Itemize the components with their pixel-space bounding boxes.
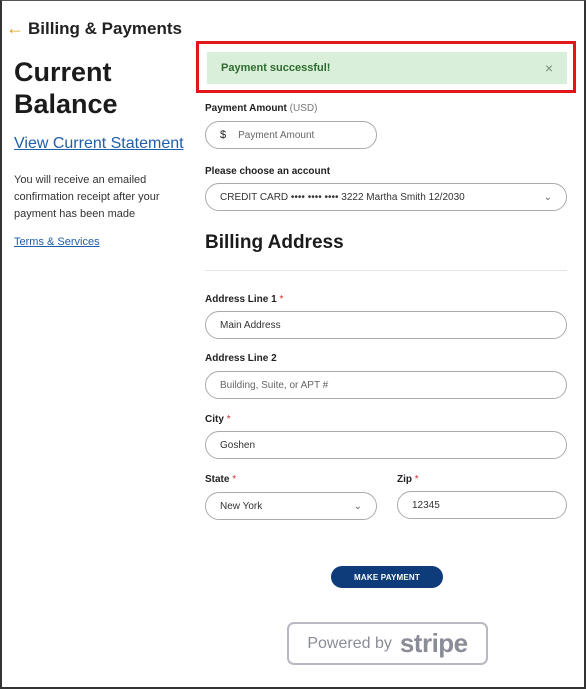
account-label: Please choose an account <box>205 166 331 177</box>
city-label: City * <box>205 414 231 425</box>
amount-label: Payment Amount (USD) <box>205 103 318 114</box>
powered-by-stripe-badge: Powered by stripe <box>287 622 488 665</box>
zip-value: 12345 <box>412 499 440 511</box>
terms-link[interactable]: Terms & Services <box>14 236 100 248</box>
back-link[interactable]: ← Billing & Payments <box>6 18 182 39</box>
powered-by-text: Powered by <box>307 634 392 652</box>
zip-input[interactable]: 12345 <box>397 491 567 519</box>
make-payment-button[interactable]: MAKE PAYMENT <box>331 566 443 588</box>
page-title: Current Balance <box>14 57 118 119</box>
address2-label: Address Line 2 <box>205 353 277 364</box>
address2-placeholder: Building, Suite, or APT # <box>220 379 329 391</box>
billing-heading: Billing Address <box>205 232 344 253</box>
view-statement-link[interactable]: View Current Statement <box>14 135 184 153</box>
chevron-down-icon: ⌄ <box>353 501 362 512</box>
amount-placeholder: Payment Amount <box>238 129 315 141</box>
back-label: Billing & Payments <box>28 18 182 38</box>
address1-input[interactable]: Main Address <box>205 311 567 339</box>
city-input[interactable]: Goshen <box>205 431 567 459</box>
state-select[interactable]: New York ⌄ <box>205 492 377 520</box>
state-value: New York <box>220 500 263 512</box>
city-value: Goshen <box>220 439 256 451</box>
alert-message: Payment successful! <box>221 62 331 74</box>
divider <box>205 270 567 271</box>
address2-input[interactable]: Building, Suite, or APT # <box>205 371 567 399</box>
success-alert: Payment successful! × <box>207 52 567 84</box>
stripe-logo: stripe <box>399 628 468 658</box>
address1-value: Main Address <box>220 319 281 331</box>
account-select[interactable]: CREDIT CARD •••• •••• •••• 3222 Martha S… <box>205 183 567 211</box>
dollar-icon: $ <box>220 129 227 141</box>
address1-label: Address Line 1 * <box>205 294 284 305</box>
close-icon[interactable]: × <box>545 60 553 76</box>
zip-label: Zip * <box>397 474 419 485</box>
back-arrow-icon: ← <box>6 18 24 38</box>
payment-amount-input[interactable]: $ Payment Amount <box>205 121 377 149</box>
state-label: State * <box>205 474 237 485</box>
chevron-down-icon: ⌄ <box>543 192 552 203</box>
account-value: CREDIT CARD •••• •••• •••• 3222 Martha S… <box>220 191 465 203</box>
receipt-note: You will receive an emailed confirmation… <box>14 174 160 220</box>
